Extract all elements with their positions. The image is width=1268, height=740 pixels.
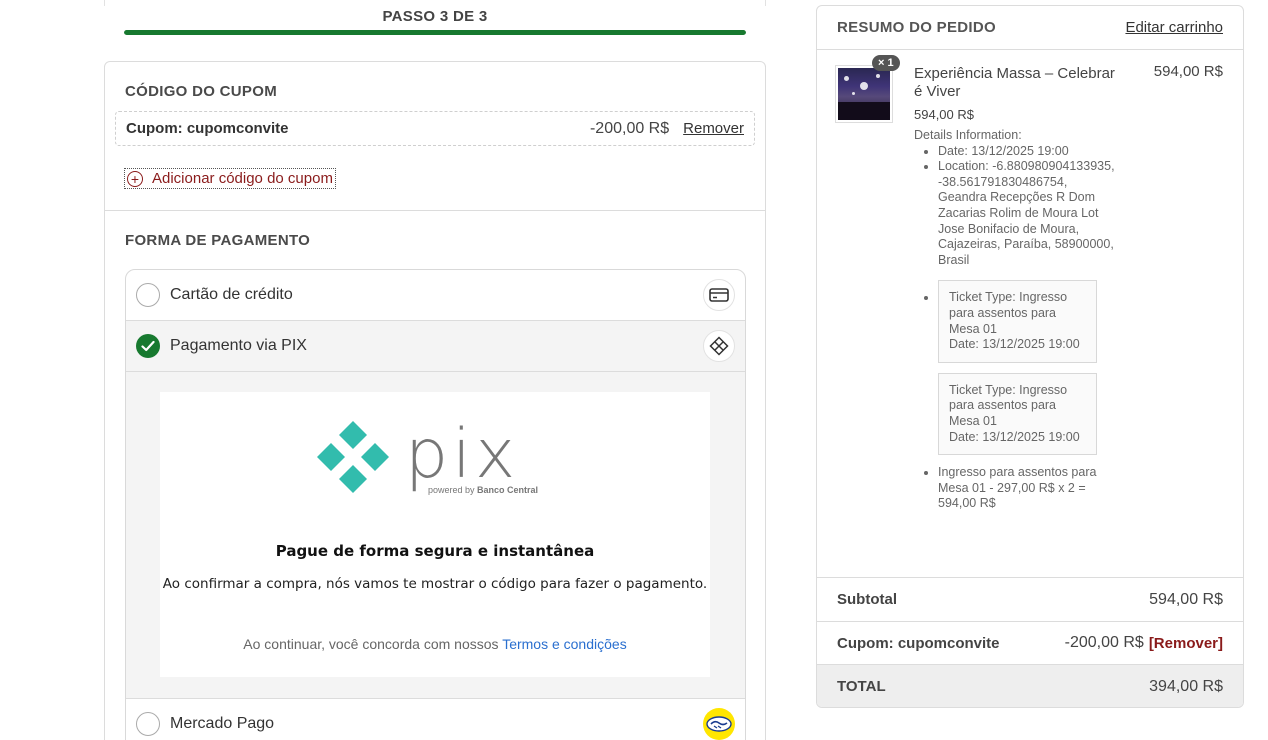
total-label: TOTAL xyxy=(837,678,886,695)
previous-section-frame xyxy=(104,0,766,6)
checkout-card: CÓDIGO DO CUPOM Cupom: cupomconvite -200… xyxy=(104,61,766,740)
ticket-type: Ticket Type: Ingresso para assentos para… xyxy=(949,290,1068,336)
payment-methods: Cartão de crédito Pagamento via PIX pix … xyxy=(125,269,746,740)
payment-option-label: Pagamento via PIX xyxy=(170,337,307,354)
pix-icon xyxy=(703,330,735,362)
coupon-section-title: CÓDIGO DO CUPOM xyxy=(125,83,278,100)
section-divider xyxy=(105,210,765,211)
ticket-box: Ticket Type: Ingresso para assentos para… xyxy=(938,280,1097,363)
remove-coupon-link[interactable]: Remover xyxy=(683,120,744,137)
ticket-date: Date: 13/12/2025 19:00 xyxy=(949,337,1080,352)
payment-option-credit-card[interactable]: Cartão de crédito xyxy=(126,270,745,321)
ticket-date: Date: 13/12/2025 19:00 xyxy=(949,429,1080,444)
payment-option-mercado-pago[interactable]: Mercado Pago xyxy=(126,698,745,740)
checkout-column: PASSO 3 DE 3 CÓDIGO DO CUPOM Cupom: cupo… xyxy=(104,0,766,740)
payment-section-title: FORMA DE PAGAMENTO xyxy=(125,232,311,249)
ticket-type: Ticket Type: Ingresso para assentos para… xyxy=(949,382,1068,428)
pix-terms: Ao continuar, você concorda com nossos T… xyxy=(160,636,710,652)
total-value: 394,00 R$ xyxy=(1149,677,1223,695)
coupon-label: Cupom: cupomconvite xyxy=(837,634,1000,652)
applied-coupon-name: Cupom: cupomconvite xyxy=(126,120,289,137)
svg-text:pix: pix xyxy=(405,417,519,494)
coupon-value: -200,00 R$ xyxy=(1064,634,1144,651)
subtotal-row: Subtotal 594,00 R$ xyxy=(817,577,1243,621)
pix-info-panel: pix powered by Banco Central Pague de fo… xyxy=(160,392,710,677)
credit-card-radio[interactable] xyxy=(136,283,160,307)
pix-heading: Pague de forma segura e instantânea xyxy=(275,542,595,560)
step-indicator: PASSO 3 DE 3 xyxy=(382,8,488,25)
mercado-pago-icon xyxy=(703,708,735,740)
applied-coupon-amount: -200,00 R$ xyxy=(589,119,670,137)
pix-terms-prefix: Ao continuar, você concorda com nossos xyxy=(243,636,499,652)
ticket-box: Ticket Type: Ingresso para assentos para… xyxy=(938,372,1097,456)
mercado-pago-radio[interactable] xyxy=(136,712,160,736)
product-unit-price: 594,00 R$ xyxy=(914,107,974,122)
applied-coupon: Cupom: cupomconvite -200,00 R$ Remover xyxy=(115,111,755,146)
remove-coupon-summary-link[interactable]: [Remover] xyxy=(1149,635,1223,652)
payment-option-label: Cartão de crédito xyxy=(170,286,293,303)
product-details: Details Information: Date: 13/12/2025 19… xyxy=(914,128,1119,512)
details-list: Date: 13/12/2025 19:00 Location: -6.8809… xyxy=(914,144,1119,512)
credit-card-icon xyxy=(703,279,735,311)
subtotal-value: 594,00 R$ xyxy=(1149,590,1223,608)
ticket-line-total: Ingresso para assentos para Mesa 01 - 29… xyxy=(938,465,1119,512)
svg-text:powered by Banco Central: powered by Banco Central xyxy=(428,485,538,495)
add-coupon-button[interactable]: + Adicionar código do cupom xyxy=(124,168,336,189)
step-progress-bar xyxy=(124,30,746,35)
add-coupon-label: Adicionar código do cupom xyxy=(152,170,333,187)
terms-link[interactable]: Termos e condições xyxy=(502,636,627,652)
edit-cart-link[interactable]: Editar carrinho xyxy=(1125,19,1223,36)
quantity-badge: × 1 xyxy=(872,55,900,71)
pix-details: pix powered by Banco Central Pague de fo… xyxy=(126,372,745,698)
payment-option-label: Mercado Pago xyxy=(170,715,275,732)
payment-option-pix[interactable]: Pagamento via PIX xyxy=(126,321,745,372)
pix-logo: pix powered by Banco Central xyxy=(315,415,555,507)
event-location: Location: -6.880980904133935, -38.561791… xyxy=(938,159,1119,268)
product-price: 594,00 R$ xyxy=(1153,63,1223,80)
event-date: Date: 13/12/2025 19:00 xyxy=(938,144,1119,160)
plus-circle-icon: + xyxy=(127,170,143,187)
step-progress-fill xyxy=(124,30,746,35)
check-circle-icon[interactable] xyxy=(136,334,160,358)
order-summary-header: RESUMO DO PEDIDO Editar carrinho xyxy=(817,6,1243,50)
details-title: Details Information: xyxy=(914,128,1022,142)
order-summary: RESUMO DO PEDIDO Editar carrinho × 1 Exp… xyxy=(816,5,1244,708)
subtotal-label: Subtotal xyxy=(837,591,897,608)
coupon-row: Cupom: cupomconvite -200,00 R$ [Remover] xyxy=(817,621,1243,664)
total-row: TOTAL 394,00 R$ xyxy=(817,664,1243,707)
order-summary-title: RESUMO DO PEDIDO xyxy=(837,19,996,36)
product-thumbnail xyxy=(835,65,893,123)
ticket-list-item: Ticket Type: Ingresso para assentos para… xyxy=(938,280,1119,456)
concert-image xyxy=(838,68,890,120)
product-name: Experiência Massa – Celebrar é Viver xyxy=(914,65,1115,100)
pix-description: Ao confirmar a compra, nós vamos te most… xyxy=(162,576,708,592)
